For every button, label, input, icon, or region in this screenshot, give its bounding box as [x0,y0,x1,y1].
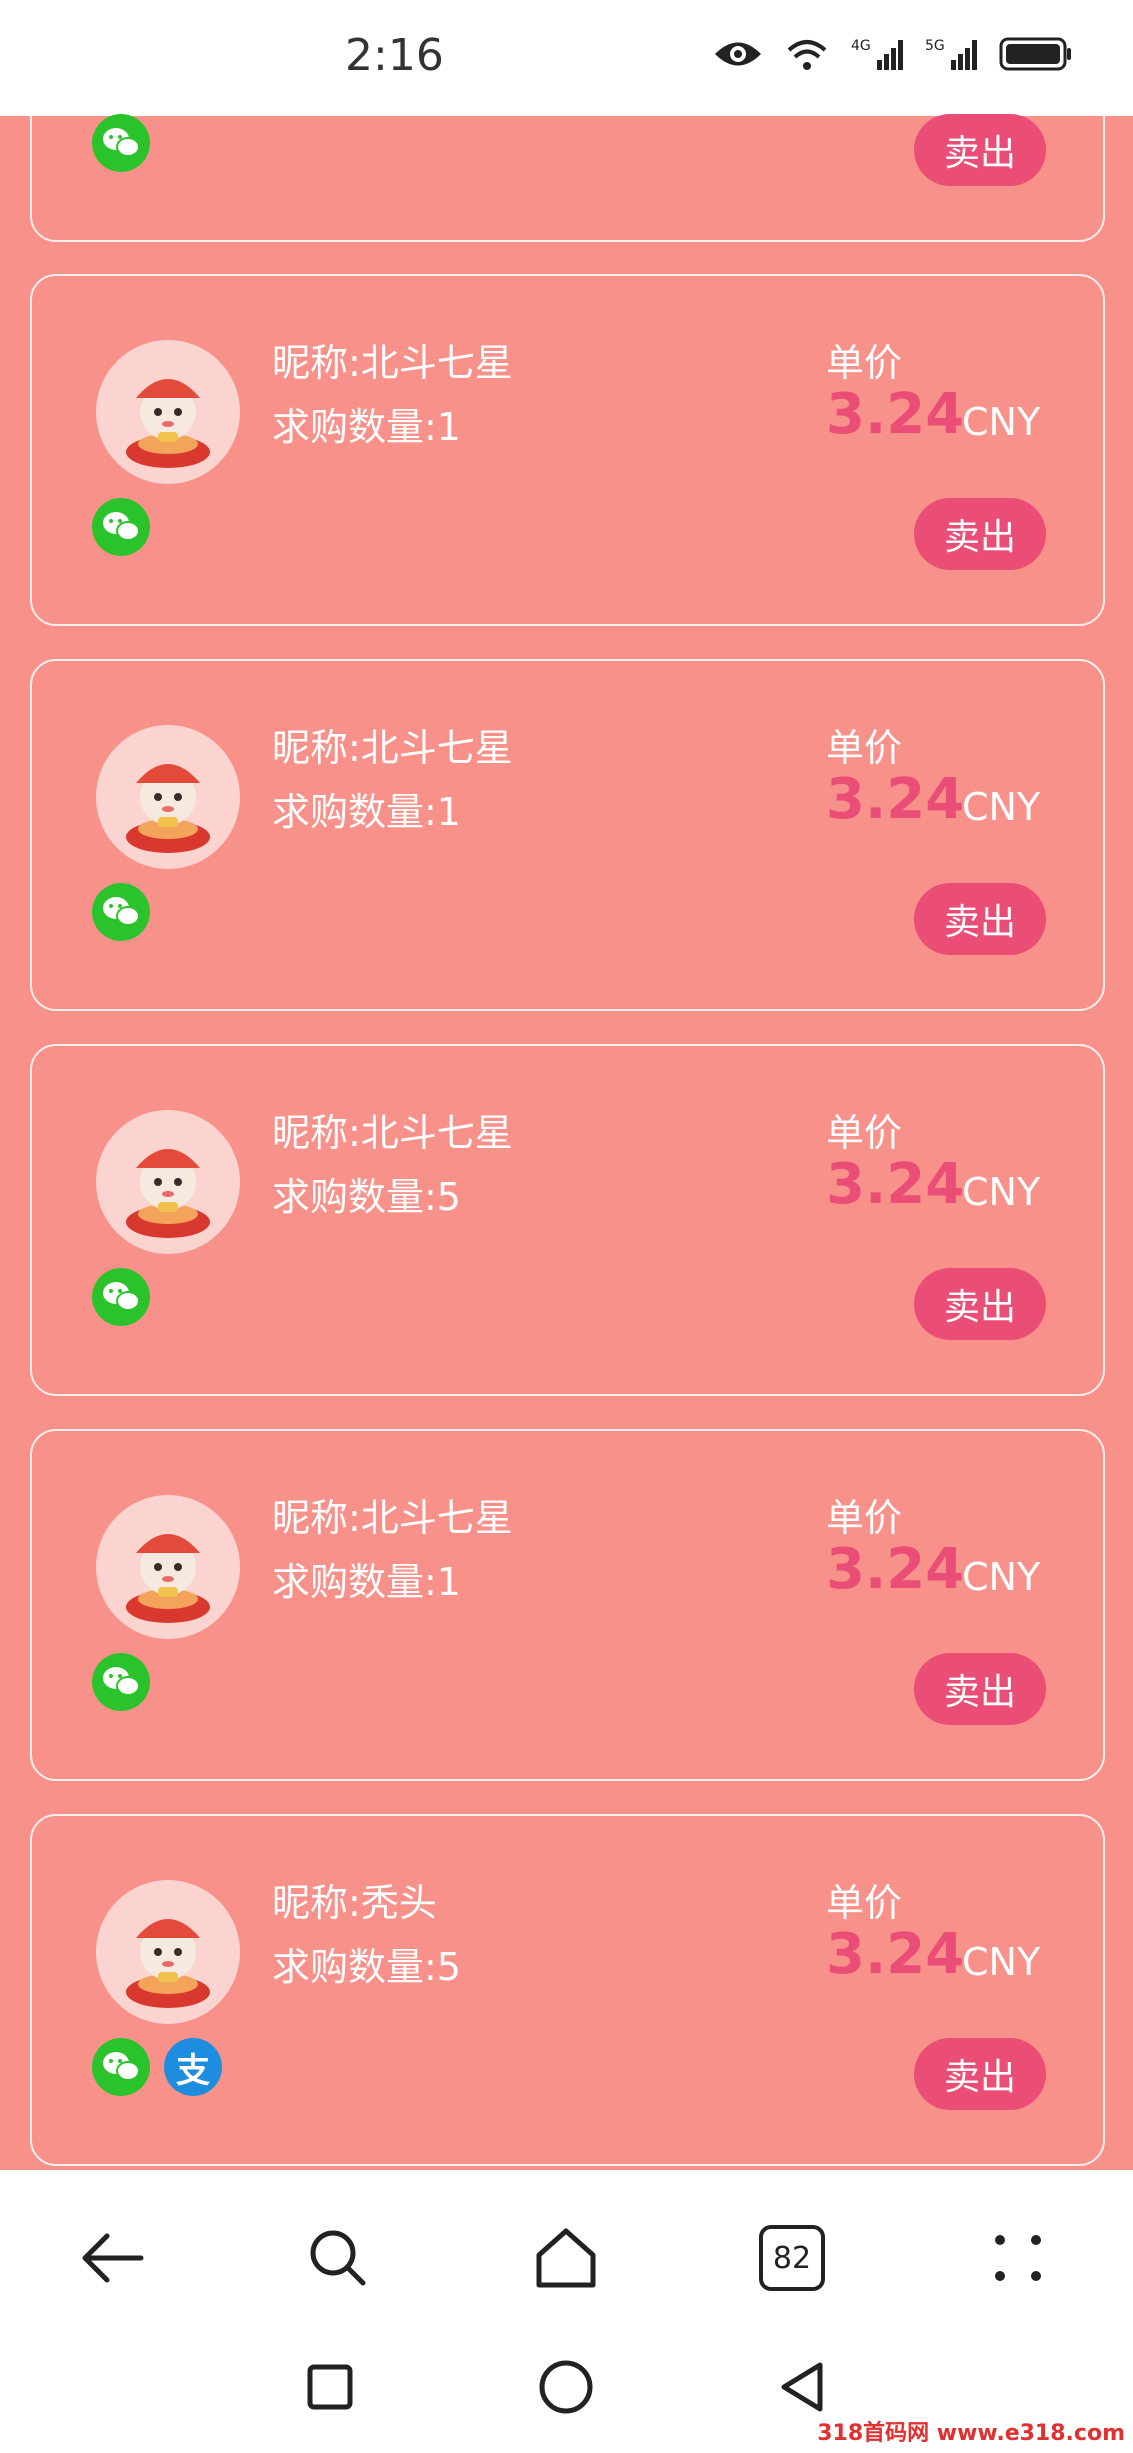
currency: CNY [962,785,1041,829]
alipay-icon: 支 [164,2038,222,2096]
order-card: 昵称:北斗七星 求购数量:5 单价 3.24 CNY 卖出 [30,1044,1105,1396]
payment-methods [92,883,150,941]
recent-apps-icon[interactable] [295,2352,365,2422]
wechat-icon [92,1268,150,1326]
wechat-icon [92,498,150,556]
unit-price: 3.24 [826,1537,965,1602]
back-triangle-icon[interactable] [767,2352,837,2422]
unit-price: 3.24 [826,1922,965,1987]
order-card: 昵称:北斗七星 求购数量:1 单价 3.24 CNY 卖出 [30,274,1105,626]
price-label: 单价 [826,1496,903,1540]
browser-toolbar: 82 318首码网 www.e318.com [0,2170,1133,2453]
avatar [96,725,240,869]
back-arrow-icon[interactable] [72,2218,152,2298]
purchase-quantity: 求购数量:5 [272,1175,461,1219]
currency: CNY [962,1555,1041,1599]
home-circle-icon[interactable] [531,2352,601,2422]
unit-price: 3.24 [826,382,965,447]
price-label: 单价 [826,341,903,385]
payment-methods [92,1653,150,1711]
order-card-partial: 卖出 [30,0,1105,242]
currency: CNY [962,400,1041,444]
sell-button[interactable]: 卖出 [914,498,1046,570]
price-label: 单价 [826,1881,903,1925]
avatar [96,1880,240,2024]
nickname: 昵称:北斗七星 [272,1111,513,1155]
currency: CNY [962,1940,1041,1984]
avatar [96,340,240,484]
payment-methods: 支 [92,2038,222,2096]
wechat-icon [92,1653,150,1711]
purchase-quantity: 求购数量:1 [272,405,461,449]
sell-button[interactable]: 卖出 [914,1268,1046,1340]
sell-button[interactable]: 卖出 [914,883,1046,955]
payment-methods [92,498,150,556]
more-menu-icon[interactable] [978,2218,1058,2298]
order-card: 昵称:北斗七星 求购数量:1 单价 3.24 CNY 卖出 [30,659,1105,1011]
price-label: 单价 [826,726,903,770]
nickname: 昵称:秃头 [272,1881,437,1925]
payment-methods [92,114,150,172]
sell-button[interactable]: 卖出 [914,2038,1046,2110]
order-card: 昵称:北斗七星 求购数量:1 单价 3.24 CNY 卖出 [30,1429,1105,1781]
tabs-counter-button[interactable]: 82 [752,2218,832,2298]
order-card: 昵称:秃头 求购数量:5 单价 3.24 CNY 支 卖出 [30,1814,1105,2166]
unit-price: 3.24 [826,1152,965,1217]
wechat-icon [92,2038,150,2096]
sell-button[interactable]: 卖出 [914,114,1046,186]
purchase-quantity: 求购数量:1 [272,1560,461,1604]
watermark: 318首码网 www.e318.com [817,2421,1125,2446]
sell-button[interactable]: 卖出 [914,1653,1046,1725]
home-icon[interactable] [526,2218,606,2298]
purchase-quantity: 求购数量:5 [272,1945,461,1989]
unit-price: 3.24 [826,767,965,832]
currency: CNY [962,1170,1041,1214]
wechat-icon [92,883,150,941]
tab-count: 82 [772,2240,812,2276]
nickname: 昵称:北斗七星 [272,726,513,770]
search-icon[interactable] [298,2218,378,2298]
wechat-icon [92,114,150,172]
avatar [96,1110,240,1254]
purchase-quantity: 求购数量:1 [272,790,461,834]
payment-methods [92,1268,150,1326]
nickname: 昵称:北斗七星 [272,341,513,385]
price-label: 单价 [826,1111,903,1155]
nickname: 昵称:北斗七星 [272,1496,513,1540]
avatar [96,1495,240,1639]
